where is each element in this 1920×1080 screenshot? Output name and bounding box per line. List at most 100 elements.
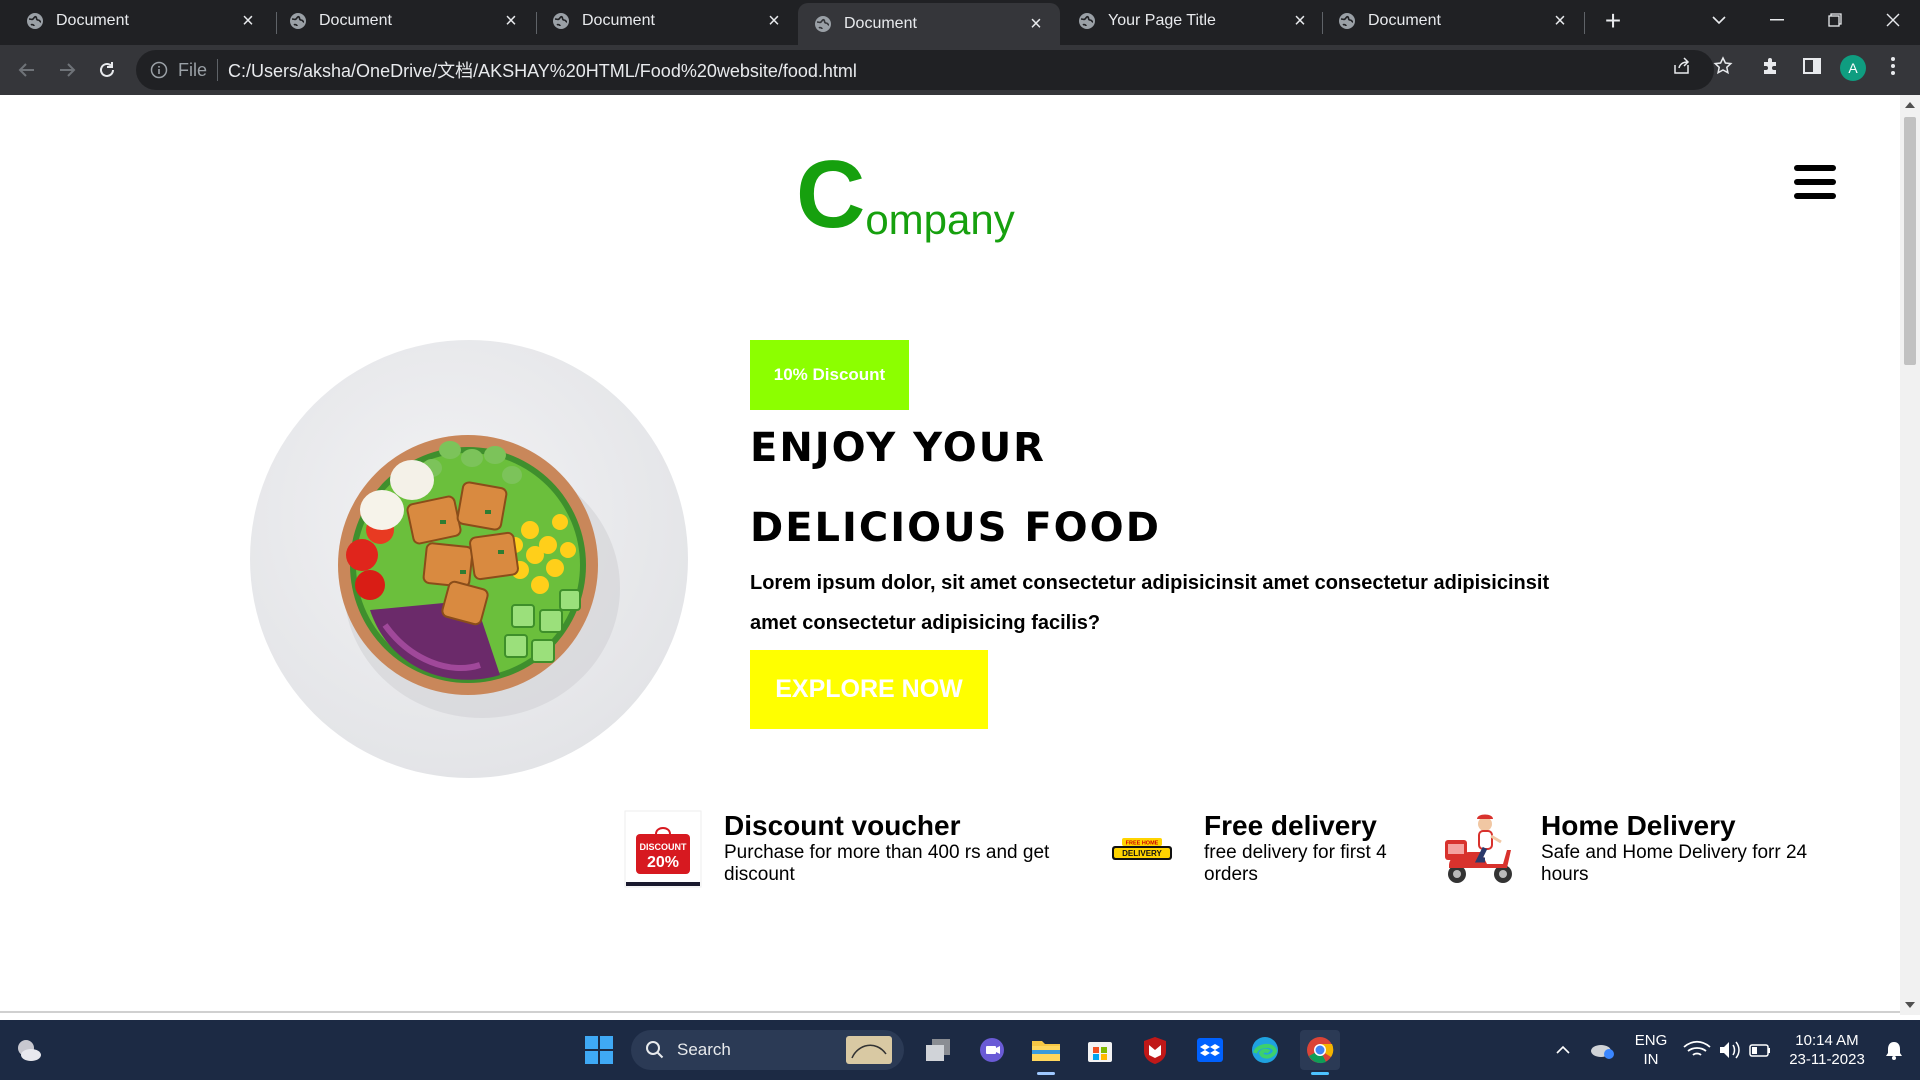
url-text[interactable]: C:/Users/aksha/OneDrive/文档/AKSHAY%20HTML… bbox=[228, 57, 857, 83]
forward-button[interactable] bbox=[51, 54, 83, 86]
globe-icon bbox=[27, 13, 43, 29]
profile-avatar[interactable]: A bbox=[1840, 55, 1866, 81]
close-icon[interactable]: × bbox=[240, 11, 256, 31]
running-indicator bbox=[1311, 1072, 1329, 1075]
close-icon[interactable]: × bbox=[1028, 14, 1044, 34]
tab-title: Document bbox=[844, 15, 917, 32]
page-divider bbox=[0, 1011, 1900, 1013]
address-bar[interactable]: File C:/Users/aksha/OneDrive/文档/AKSHAY%2… bbox=[136, 50, 1714, 90]
scooter-delivery-icon bbox=[1445, 814, 1512, 883]
language-indicator[interactable]: ENG IN bbox=[1630, 1031, 1672, 1069]
tab-title: Document bbox=[56, 12, 129, 29]
edge-button[interactable] bbox=[1245, 1030, 1285, 1070]
browser-tab-active[interactable]: Document × bbox=[798, 3, 1060, 45]
close-window-button[interactable] bbox=[1864, 0, 1920, 40]
taskbar-search[interactable]: Search bbox=[631, 1030, 904, 1070]
language-code: ENG bbox=[1634, 1032, 1668, 1049]
hamburger-menu-icon[interactable] bbox=[1794, 165, 1836, 201]
globe-icon bbox=[290, 13, 306, 29]
tab-title: Document bbox=[319, 12, 392, 29]
puzzle-icon bbox=[1764, 58, 1776, 74]
running-indicator bbox=[1037, 1072, 1055, 1075]
globe-icon bbox=[815, 16, 831, 32]
free-delivery-icon: FREE HOME DELIVERY bbox=[1112, 838, 1172, 860]
tab-search-button[interactable] bbox=[1690, 0, 1748, 40]
extensions-button[interactable] bbox=[1758, 53, 1784, 79]
file-explorer-button[interactable] bbox=[1026, 1030, 1066, 1070]
browser-tab[interactable]: Your Page Title × bbox=[1062, 0, 1324, 42]
info-icon[interactable] bbox=[150, 61, 168, 79]
feature-free-delivery: FREE HOME DELIVERY Free delivery free de… bbox=[1104, 810, 1404, 888]
windows-logo-icon bbox=[585, 1036, 613, 1064]
chrome-button[interactable] bbox=[1300, 1030, 1340, 1070]
show-hidden-icons-button[interactable] bbox=[1543, 1030, 1583, 1070]
quick-settings[interactable] bbox=[1682, 1030, 1782, 1070]
close-icon[interactable]: × bbox=[1292, 11, 1308, 31]
feature-text: Discount voucher Purchase for more than … bbox=[724, 810, 1064, 888]
chevron-down-icon bbox=[1712, 16, 1726, 25]
close-icon[interactable]: × bbox=[1552, 11, 1568, 31]
globe-icon bbox=[1339, 13, 1355, 29]
chevron-up-icon bbox=[1556, 1045, 1570, 1054]
task-view-button[interactable] bbox=[918, 1030, 958, 1070]
restore-button[interactable] bbox=[1806, 0, 1864, 40]
bookmark-button[interactable] bbox=[1710, 53, 1736, 79]
salad-bowl-illustration bbox=[338, 435, 620, 718]
reload-button[interactable] bbox=[91, 54, 123, 86]
explore-now-button[interactable]: EXPLORE NOW bbox=[750, 650, 988, 729]
cloud-icon bbox=[1591, 1045, 1614, 1059]
feature-description: Purchase for more than 400 rs and get di… bbox=[724, 842, 1050, 885]
scroll-up-arrow-icon[interactable] bbox=[1905, 102, 1915, 108]
side-panel-icon bbox=[1803, 58, 1821, 74]
delivery-badge-text: DELIVERY bbox=[1122, 849, 1162, 858]
share-button[interactable] bbox=[1669, 53, 1695, 79]
hero-description: Lorem ipsum dolor, sit amet consectetur … bbox=[750, 572, 1550, 634]
reload-icon bbox=[100, 62, 114, 77]
browser-toolbar: File C:/Users/aksha/OneDrive/文档/AKSHAY%2… bbox=[0, 45, 1920, 95]
mcafee-button[interactable] bbox=[1135, 1030, 1175, 1070]
region-code: IN bbox=[1643, 1051, 1659, 1068]
vertical-scrollbar[interactable] bbox=[1900, 95, 1920, 1015]
store-button[interactable] bbox=[1080, 1030, 1120, 1070]
clock[interactable]: 10:14 AM 23-11-2023 bbox=[1782, 1031, 1872, 1069]
dropbox-icon bbox=[1197, 1038, 1223, 1062]
minimize-button[interactable] bbox=[1748, 0, 1806, 40]
close-icon[interactable]: × bbox=[503, 11, 519, 31]
task-view-icon bbox=[926, 1039, 950, 1061]
scrollbar-thumb[interactable] bbox=[1904, 117, 1916, 365]
star-icon bbox=[1713, 56, 1733, 75]
browser-tab[interactable]: Document × bbox=[1322, 0, 1584, 42]
windows-taskbar: Search ENG IN 10:14 AM 23-11-2023 bbox=[0, 1020, 1920, 1080]
start-button[interactable] bbox=[579, 1030, 619, 1070]
scroll-down-arrow-icon[interactable] bbox=[1905, 1002, 1915, 1008]
arrow-left-icon bbox=[18, 63, 34, 77]
notifications-button[interactable] bbox=[1874, 1030, 1914, 1070]
close-icon[interactable]: × bbox=[766, 11, 782, 31]
feature-title: Free delivery bbox=[1204, 810, 1377, 841]
feature-description: free delivery for first 4 orders bbox=[1204, 842, 1387, 885]
feature-title: Home Delivery bbox=[1541, 810, 1736, 841]
onedrive-button[interactable] bbox=[1582, 1030, 1622, 1070]
browser-tab[interactable]: Document × bbox=[536, 0, 798, 42]
bell-icon bbox=[1886, 1042, 1902, 1060]
tab-title: Document bbox=[582, 12, 655, 29]
new-tab-button[interactable]: + bbox=[1599, 7, 1627, 35]
back-button[interactable] bbox=[11, 54, 43, 86]
dropbox-button[interactable] bbox=[1190, 1030, 1230, 1070]
more-vertical-icon bbox=[1891, 57, 1895, 75]
shield-icon bbox=[1144, 1037, 1166, 1064]
side-panel-button[interactable] bbox=[1799, 53, 1825, 79]
chrome-icon bbox=[1307, 1037, 1334, 1064]
teams-chat-button[interactable] bbox=[972, 1030, 1012, 1070]
tab-separator bbox=[1584, 12, 1585, 34]
company-logo[interactable]: C ompany bbox=[796, 147, 1015, 243]
search-icon bbox=[646, 1041, 664, 1059]
browser-tab[interactable]: Document × bbox=[10, 0, 272, 42]
restore-icon bbox=[1828, 13, 1842, 27]
arrow-right-icon bbox=[60, 63, 76, 77]
discount-voucher-icon: DISCOUNT 20% bbox=[624, 810, 702, 888]
browser-tab[interactable]: Document × bbox=[273, 0, 535, 42]
menu-button[interactable] bbox=[1880, 53, 1906, 79]
weather-widget[interactable] bbox=[9, 1030, 49, 1070]
headline-line-2: DELICIOUS FOOD bbox=[750, 505, 1161, 551]
